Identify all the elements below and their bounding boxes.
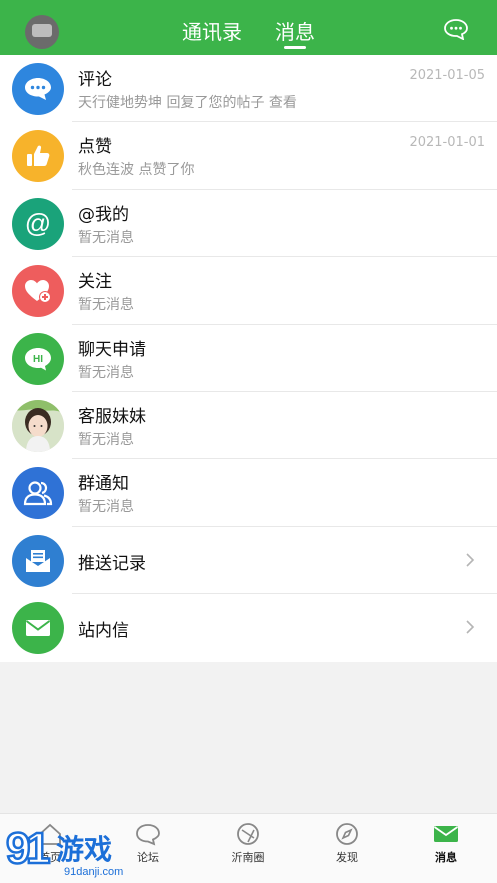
tab-messages[interactable]: 消息 [275, 16, 315, 49]
tab-yinan-circle[interactable]: 沂南圈 [208, 822, 288, 865]
top-bar: 通讯录 消息 [0, 0, 497, 55]
chevron-right-icon [466, 553, 475, 567]
svg-text:HI: HI [33, 354, 43, 365]
item-date: 2021-01-05 [409, 68, 485, 83]
tab-label: 消息 [435, 851, 457, 864]
item-preview: 暂无消息 [78, 364, 134, 381]
item-preview: 秋色连波 点赞了你 [78, 162, 195, 179]
mail-icon [433, 826, 459, 842]
at-icon: @ [12, 197, 64, 250]
hi-bubble-icon: HI [12, 332, 64, 385]
thumbs-up-icon [12, 130, 64, 183]
group-icon [12, 467, 64, 520]
item-title: 聊天申请 [78, 339, 146, 360]
compass-icon [336, 823, 358, 845]
list-item-customer-service[interactable]: 客服妹妹 暂无消息 [0, 392, 497, 460]
list-item-comments[interactable]: 评论 天行健地势坤 回复了您的帖子 查看 2021-01-05 [0, 55, 497, 123]
heart-plus-icon [12, 265, 64, 318]
chat-bubble-icon[interactable] [443, 18, 469, 40]
envelope-open-icon [12, 534, 64, 587]
list-item-inbox[interactable]: 站内信 [0, 594, 497, 661]
avatar [12, 399, 64, 452]
item-title: 客服妹妹 [78, 406, 146, 427]
item-title: 关注 [78, 272, 112, 293]
list-item-group-notices[interactable]: 群通知 暂无消息 [0, 459, 497, 527]
item-preview: 天行健地势坤 回复了您的帖子 查看 [78, 95, 297, 111]
chevron-right-icon [466, 620, 475, 634]
item-preview: 暂无消息 [78, 229, 134, 246]
svg-text:@: @ [25, 209, 51, 238]
item-preview: 暂无消息 [78, 297, 134, 314]
message-list: 评论 天行健地势坤 回复了您的帖子 查看 2021-01-05 点赞 秋色连波 … [0, 55, 497, 662]
item-title: 站内信 [78, 621, 129, 642]
item-preview: 暂无消息 [78, 499, 134, 516]
item-title: 推送记录 [78, 553, 146, 574]
item-title: 评论 [78, 70, 112, 90]
tab-discover[interactable]: 发现 [307, 822, 387, 865]
list-item-chat-requests[interactable]: HI 聊天申请 暂无消息 [0, 325, 497, 392]
item-title: 点赞 [78, 137, 112, 158]
tab-messages-bottom[interactable]: 消息 [406, 822, 486, 865]
list-item-push-history[interactable]: 推送记录 [0, 527, 497, 595]
top-tabs: 通讯录 消息 [0, 16, 497, 49]
tab-label: 沂南圈 [231, 851, 265, 864]
item-date: 2021-01-01 [409, 135, 485, 151]
watermark-url: 91danji.com [64, 866, 123, 878]
circle-icon [237, 823, 259, 845]
watermark-text: 游戏 [56, 833, 112, 866]
tab-contacts[interactable]: 通讯录 [182, 16, 242, 48]
comment-icon [12, 63, 64, 115]
item-title: 群通知 [78, 474, 129, 495]
list-item-mentions[interactable]: @ @我的 暂无消息 [0, 190, 497, 258]
mail-icon [12, 602, 64, 655]
site-watermark-logo: 9 1 游戏 91danji.com [5, 823, 124, 878]
item-title: @我的 [78, 204, 129, 225]
list-item-follows[interactable]: 关注 暂无消息 [0, 257, 497, 325]
svg-text:1: 1 [26, 824, 50, 873]
item-preview: 暂无消息 [78, 431, 134, 448]
list-item-likes[interactable]: 点赞 秋色连波 点赞了你 2021-01-01 [0, 122, 497, 190]
tab-label: 发现 [336, 851, 358, 864]
